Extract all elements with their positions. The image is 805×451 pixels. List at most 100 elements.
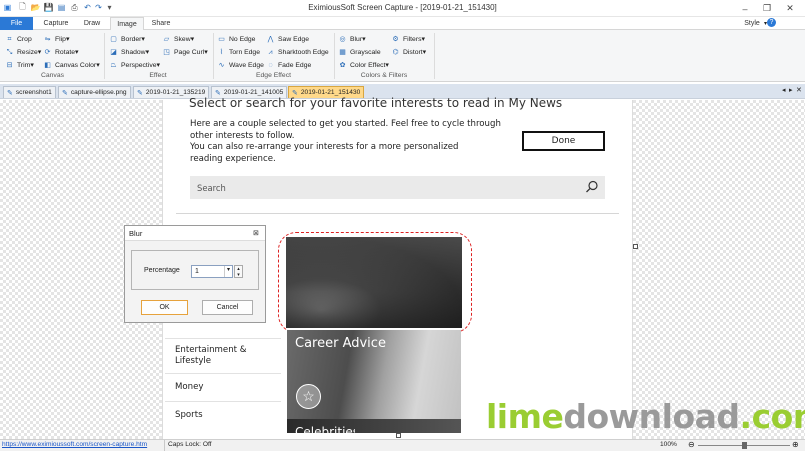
divider	[165, 338, 281, 339]
trim-button[interactable]: ⊟ Trim ▾	[5, 59, 34, 71]
filters-icon: ⚙	[392, 35, 399, 43]
perspective-icon: ⏢	[110, 61, 117, 69]
page-heading: Select or search for your favorite inter…	[189, 96, 563, 110]
tab-capture[interactable]: Capture	[37, 17, 75, 30]
intro-text-2: You can also re-arrange your interests f…	[190, 142, 459, 164]
zoom-in-icon[interactable]: ⊕	[792, 440, 799, 449]
blur-button[interactable]: ◎ Blur ▾	[338, 33, 365, 45]
percentage-label: Percentage	[144, 267, 180, 274]
group-divider	[213, 33, 214, 79]
group-divider	[334, 33, 335, 79]
zoom-level: 100%	[660, 441, 677, 448]
search-box[interactable]	[190, 176, 605, 199]
filters-button[interactable]: ⚙ Filters ▾	[391, 33, 425, 45]
torn-edge-button[interactable]: ⌇ Torn Edge	[217, 46, 260, 58]
doc-tab[interactable]: ✎ screenshot1	[3, 86, 56, 98]
title-bar: ▣ 🗋 📂 💾 ▤ ⎙ ↶ ↷ ▾ EximiousSoft Screen Ca…	[0, 0, 805, 17]
sharktooth-edge-icon: ⩘	[268, 48, 273, 56]
border-button[interactable]: ▢ Border ▾	[109, 33, 145, 45]
distort-button[interactable]: ⌬ Distort ▾	[391, 46, 426, 58]
ribbon: ⌗ Crop ⤡ Resize ▾ ⊟ Trim ▾ ⇋ Flip ▾ ⟳ Rotate ▾ ◧ C…	[0, 30, 805, 82]
category-entertainment[interactable]: Entertainment & Lifestyle	[175, 345, 275, 367]
resize-button[interactable]: ⤡ Resize ▾	[5, 46, 42, 58]
crop-button[interactable]: ⌗ Crop	[5, 33, 32, 45]
grayscale-icon: ▦	[339, 48, 346, 56]
divider	[176, 213, 619, 214]
no-edge-icon: ▭	[218, 35, 225, 43]
tab-share[interactable]: Share	[146, 17, 176, 30]
color-effect-icon: ✿	[339, 61, 346, 69]
style-menu[interactable]: Style	[740, 17, 764, 30]
restore-button[interactable]: ❐	[756, 0, 778, 17]
perspective-button[interactable]: ⏢ Perspective ▾	[109, 59, 160, 71]
shadow-button[interactable]: ◪ Shadow ▾	[109, 46, 149, 58]
group-divider	[104, 33, 105, 79]
search-icon[interactable]	[585, 180, 599, 194]
ok-button[interactable]: OK	[141, 300, 188, 315]
chevron-down-icon[interactable]: ▾	[224, 266, 232, 277]
border-icon: ▢	[110, 35, 117, 43]
tab-image[interactable]: Image	[110, 17, 144, 31]
selection-outline[interactable]	[278, 232, 472, 333]
celebrities-card-title: Celebrities	[295, 426, 355, 433]
dialog-close-icon[interactable]: ⊠	[253, 229, 259, 237]
resize-handle[interactable]	[396, 433, 401, 438]
cancel-button[interactable]: Cancel	[202, 300, 253, 315]
help-icon[interactable]: ?	[767, 18, 776, 27]
image-icon: ✎	[7, 89, 13, 97]
blur-dialog: Blur ⊠ Percentage 1 ▾ ▴ ▾ OK Cancel	[124, 225, 266, 323]
color-effect-button[interactable]: ✿ Color Effect ▾	[338, 59, 389, 71]
star-icon[interactable]: ☆	[296, 384, 321, 409]
crop-icon: ⌗	[7, 35, 12, 43]
flip-button[interactable]: ⇋ Flip ▾	[43, 33, 70, 45]
torn-edge-icon: ⌇	[219, 48, 224, 56]
tab-scroll-right-icon[interactable]: ▸	[789, 86, 793, 94]
tab-draw[interactable]: Draw	[76, 17, 108, 30]
saw-edge-button[interactable]: ⋀ Saw Edge	[266, 33, 309, 45]
group-label-effect: Effect	[149, 72, 167, 79]
tab-file[interactable]: File	[0, 17, 33, 30]
status-bar: https://www.eximioussoft.com/screen-capt…	[0, 439, 805, 451]
canvas-color-button[interactable]: ◧ Canvas Color ▾	[43, 59, 99, 71]
rotate-icon: ⟳	[44, 48, 51, 56]
rotate-button[interactable]: ⟳ Rotate ▾	[43, 46, 79, 58]
blur-icon: ◎	[339, 35, 346, 43]
minimize-button[interactable]: –	[734, 0, 756, 17]
done-button[interactable]: Done	[522, 131, 605, 151]
search-placeholder: Search	[197, 183, 226, 193]
zoom-out-icon[interactable]: ⊖	[688, 440, 695, 449]
grayscale-button[interactable]: ▦ Grayscale	[338, 46, 380, 58]
zoom-slider-thumb[interactable]	[742, 442, 747, 449]
ribbon-tab-row: File Capture Draw Image Share Style ▾ ?	[0, 17, 805, 31]
skew-button[interactable]: ▱ Skew ▾	[162, 33, 194, 45]
fade-edge-button[interactable]: ◌ Fade Edge	[266, 59, 311, 71]
group-label-canvas: Canvas	[40, 72, 65, 79]
image-icon: ✎	[62, 89, 68, 97]
fade-edge-icon: ◌	[268, 61, 273, 69]
career-card-title: Career Advice	[295, 336, 386, 351]
watermark: limedownload.com	[486, 397, 805, 436]
page-curl-button[interactable]: ◳ Page Curl ▾	[162, 46, 207, 58]
sharktooth-edge-button[interactable]: ⩘ Sharktooth Edge	[266, 46, 329, 58]
group-label-edge-effect: Edge Effect	[255, 72, 292, 79]
tab-scroll-left-icon[interactable]: ◂	[782, 86, 786, 94]
website-link[interactable]: https://www.eximioussoft.com/screen-capt…	[2, 441, 147, 448]
percentage-spinner[interactable]: ▴ ▾	[234, 265, 243, 278]
resize-handle[interactable]	[633, 244, 638, 249]
saw-edge-icon: ⋀	[267, 35, 274, 43]
category-money[interactable]: Money	[175, 382, 204, 392]
wave-edge-icon: ∿	[218, 61, 225, 69]
flip-icon: ⇋	[44, 35, 51, 43]
dialog-title: Blur	[125, 226, 265, 241]
category-sports[interactable]: Sports	[175, 410, 203, 420]
close-button[interactable]: ✕	[779, 0, 801, 17]
no-edge-button[interactable]: ▭ No Edge	[217, 33, 255, 45]
doc-tab[interactable]: ✎ capture-ellipse.png	[58, 86, 131, 98]
wave-edge-button[interactable]: ∿ Wave Edge	[217, 59, 264, 71]
divider	[165, 373, 281, 374]
page-curl-icon: ◳	[163, 48, 170, 56]
close-tab-icon[interactable]: ✕	[796, 86, 802, 94]
trim-icon: ⊟	[6, 61, 13, 69]
distort-icon: ⌬	[392, 48, 399, 56]
group-divider	[434, 33, 435, 79]
